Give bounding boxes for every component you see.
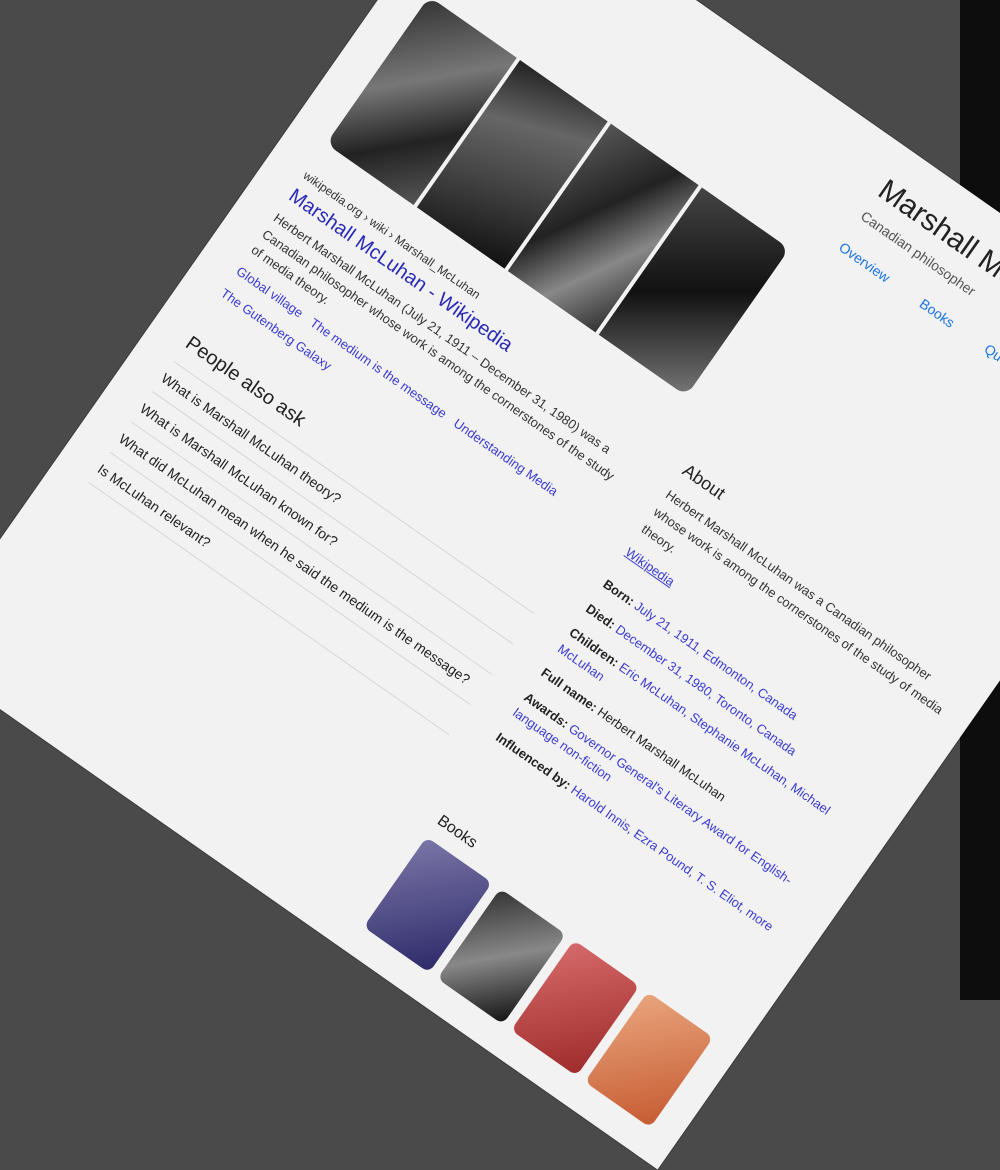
- action-books[interactable]: Books: [917, 295, 958, 330]
- action-quotes[interactable]: Quotes: [981, 341, 1000, 380]
- fact-full-name: Full name: Herbert Marshall McLuhan: [538, 664, 729, 805]
- search-results-page: Marshall McLuhan Canadian philosopher Ov…: [0, 0, 1000, 1170]
- action-overview[interactable]: Overview: [836, 239, 893, 286]
- books-carousel: [363, 836, 714, 1128]
